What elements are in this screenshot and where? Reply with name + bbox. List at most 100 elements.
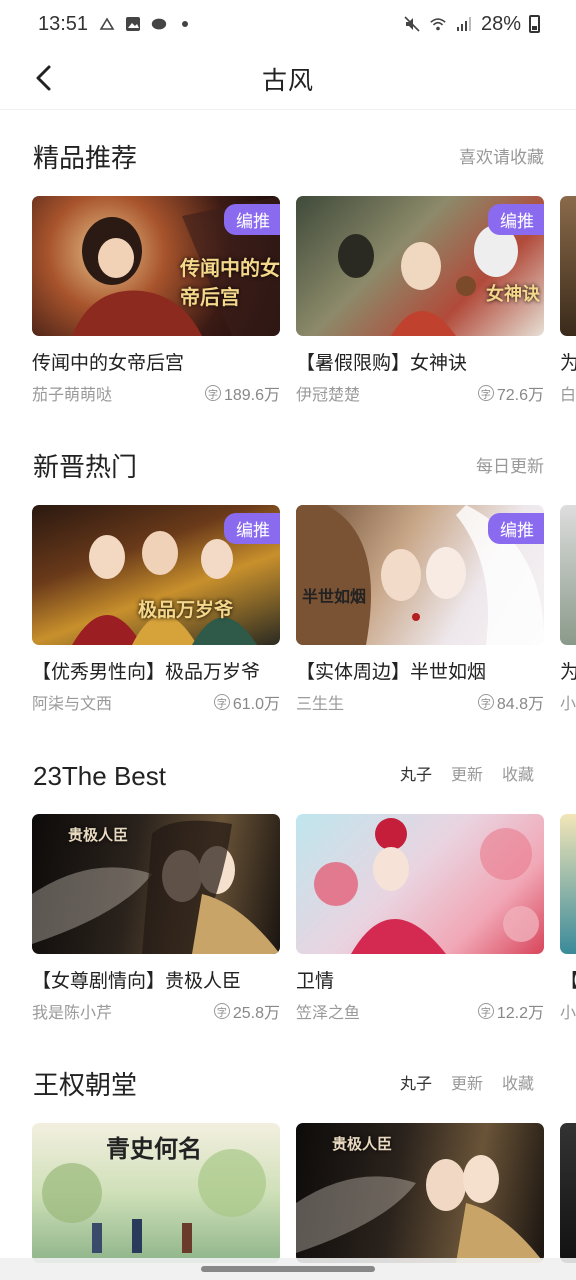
- comic-card[interactable]: 青史何名: [32, 1123, 280, 1263]
- view-count-value: 12.2万: [496, 1005, 544, 1022]
- editor-pick-badge: 编推: [488, 204, 544, 235]
- battery-percent: 28%: [480, 12, 521, 35]
- page-title: 古风: [261, 66, 314, 95]
- back-arrow-icon: [36, 65, 51, 91]
- comic-author: 伊冠楚楚: [296, 387, 361, 404]
- comic-title: 【: [560, 966, 576, 993]
- wifi-icon: [429, 15, 447, 33]
- view-count: 字 61.0万: [213, 690, 280, 714]
- cover-art-text: 贵极人臣: [332, 1135, 393, 1153]
- dot-icon: [176, 15, 194, 33]
- section-new-hot: 新晋热门 每日更新 极品万岁爷 编推 【优秀男性向】极品万岁爷 阿柒与文西 字6…: [0, 447, 576, 713]
- tab-update[interactable]: 更新: [451, 1065, 483, 1105]
- comic-card[interactable]: 半世如烟 编推 【实体周边】半世如烟 三生生 字 84.8万: [296, 505, 544, 714]
- section-title: 王权朝堂: [33, 1070, 138, 1100]
- views-coin-icon: 字: [204, 385, 221, 401]
- tab-wanzi[interactable]: 丸子: [400, 756, 432, 796]
- comic-cover: 半世如烟 编推: [296, 505, 544, 645]
- comic-title: 【女尊剧情向】贵极人臣: [32, 971, 242, 992]
- comic-cover: 青史何名: [32, 1123, 280, 1263]
- comic-card[interactable]: 女神诀 编推 【暑假限购】女神诀 伊冠楚楚 字 72.6万: [296, 196, 544, 405]
- section-best: 23The Best 丸子 更新 收藏 贵极人臣 【女尊剧情向】贵极人臣 我是陈…: [0, 756, 576, 1022]
- comic-cover: [560, 505, 576, 645]
- app-icon: [150, 15, 168, 33]
- section-title: 新晋热门: [33, 452, 138, 482]
- section-title: 精品推荐: [33, 143, 138, 173]
- comic-author: 阿柒与文西: [32, 696, 113, 713]
- views-coin-icon: 字: [477, 1003, 494, 1019]
- back-button[interactable]: [26, 60, 62, 96]
- tab-update[interactable]: 更新: [451, 756, 483, 796]
- comic-card[interactable]: 贵极人臣: [296, 1123, 544, 1263]
- comic-author: 小: [560, 696, 576, 713]
- editor-pick-badge: 编推: [224, 513, 280, 544]
- comic-cover: 极品万岁爷 编推: [32, 505, 280, 645]
- view-count-value: 61.0万: [232, 696, 280, 713]
- comic-author: 我是陈小芹: [32, 1005, 113, 1022]
- view-count-value: 84.8万: [496, 696, 544, 713]
- views-coin-icon: 字: [477, 694, 494, 710]
- comic-author: 白: [560, 387, 576, 404]
- battery-icon: [529, 15, 540, 33]
- comic-title: 传闻中的女帝后宫: [32, 353, 185, 374]
- comic-author: 笠泽之鱼: [296, 1005, 361, 1022]
- view-count: 字 84.8万: [477, 690, 544, 714]
- comic-title: 卫情: [296, 971, 335, 992]
- tab-favorites[interactable]: 收藏: [502, 1065, 534, 1105]
- view-count-value: 25.8万: [232, 1005, 280, 1022]
- section-action-link[interactable]: 喜欢请收藏: [459, 138, 544, 178]
- sort-tabs: 丸子 更新 收藏: [400, 756, 534, 796]
- view-count: 字 72.6万: [477, 381, 544, 405]
- sort-tabs: 丸子 更新 收藏: [400, 1065, 534, 1105]
- editor-pick-badge: 编推: [488, 513, 544, 544]
- comic-card[interactable]: 贵极人臣 【女尊剧情向】贵极人臣 我是陈小芹 字 25.8万: [32, 814, 280, 1023]
- comic-card[interactable]: 极品万岁爷 编推 【优秀男性向】极品万岁爷 阿柒与文西 字 61.0万: [32, 505, 280, 714]
- comic-card-peek[interactable]: 为 白: [560, 196, 576, 405]
- status-bar: 13:51 28%: [0, 0, 576, 48]
- cover-art-text: 青史何名: [106, 1134, 202, 1163]
- cover-art-text: 女神诀: [486, 284, 540, 305]
- comic-cover: 贵极人臣: [296, 1123, 544, 1263]
- comic-card-peek[interactable]: 【 小: [560, 814, 576, 1023]
- status-time: 13:51: [38, 12, 89, 35]
- comic-cover: [296, 814, 544, 954]
- view-count-value: 72.6万: [496, 387, 544, 404]
- section-featured: 精品推荐 喜欢请收藏 传闻中的女帝后宫 编推 传闻中的女帝后宫 茄子萌萌哒 字1…: [0, 138, 576, 404]
- comic-cover: [560, 814, 576, 954]
- section-title: 23The Best: [33, 761, 166, 791]
- comic-cover: 贵极人臣: [32, 814, 280, 954]
- comic-card[interactable]: 卫情 笠泽之鱼 字 12.2万: [296, 814, 544, 1023]
- mute-icon: [403, 15, 421, 33]
- gesture-bar: [0, 1258, 576, 1280]
- comic-cover: [560, 1123, 576, 1263]
- cover-art-text: 传闻中的女帝后宫: [180, 256, 280, 309]
- top-nav-bar: 古风: [0, 48, 576, 110]
- comic-card-peek[interactable]: 为 小: [560, 505, 576, 714]
- comic-title: 【优秀男性向】极品万岁爷: [32, 662, 261, 683]
- section-action-link[interactable]: 每日更新: [476, 447, 544, 487]
- home-indicator[interactable]: [201, 1266, 375, 1272]
- signal-icon: [455, 15, 473, 33]
- comic-cover: 女神诀 编推: [296, 196, 544, 336]
- editor-pick-badge: 编推: [224, 204, 280, 235]
- comic-author: 茄子萌萌哒: [32, 387, 113, 404]
- views-coin-icon: 字: [213, 694, 230, 710]
- views-coin-icon: 字: [477, 385, 494, 401]
- comic-title: 为: [560, 353, 576, 374]
- cover-art-text: 极品万岁爷: [138, 599, 234, 621]
- comic-author: 小: [560, 1005, 576, 1022]
- views-coin-icon: 字: [213, 1003, 230, 1019]
- view-count-value: 189.6万: [223, 387, 280, 404]
- cover-art-text: 贵极人臣: [68, 826, 129, 844]
- view-count: 字 189.6万: [204, 381, 280, 405]
- tab-wanzi[interactable]: 丸子: [400, 1065, 432, 1105]
- tab-favorites[interactable]: 收藏: [502, 756, 534, 796]
- comic-title: 【暑假限购】女神诀: [296, 353, 468, 374]
- cover-art-text: 半世如烟: [302, 587, 367, 606]
- comic-card[interactable]: 传闻中的女帝后宫 编推 传闻中的女帝后宫 茄子萌萌哒 字 189.6万: [32, 196, 280, 405]
- comic-title: 为: [560, 662, 576, 683]
- gallery-icon: [124, 15, 142, 33]
- view-count: 字 25.8万: [213, 999, 280, 1023]
- comic-card-peek[interactable]: [560, 1123, 576, 1263]
- comic-author: 三生生: [296, 696, 345, 713]
